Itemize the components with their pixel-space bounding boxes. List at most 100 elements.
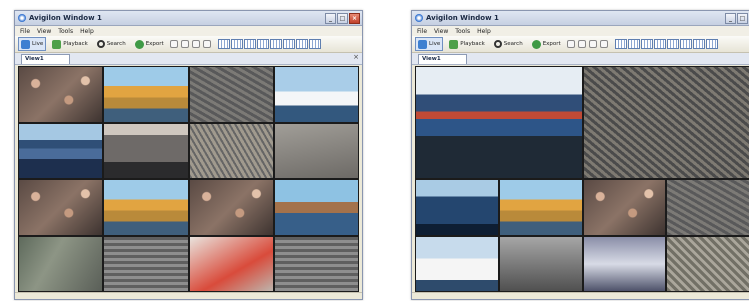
- camera-grid: [415, 66, 749, 292]
- camera-feed[interactable]: [499, 236, 582, 291]
- playback-icon: [449, 39, 459, 49]
- layout-4-icon[interactable]: [653, 39, 666, 49]
- camera-feed[interactable]: [19, 180, 103, 235]
- camera-feed[interactable]: [19, 236, 103, 291]
- camera-feed-large[interactable]: [583, 67, 749, 178]
- camera-feed[interactable]: [19, 67, 103, 122]
- search-button[interactable]: Search: [94, 37, 129, 51]
- export-button[interactable]: Export: [132, 37, 167, 51]
- menu-help[interactable]: Help: [80, 28, 94, 35]
- export-icon: [531, 39, 541, 49]
- camera-feed[interactable]: [274, 180, 358, 235]
- close-tab-icon[interactable]: ×: [353, 53, 359, 61]
- camera-feed[interactable]: [667, 236, 749, 291]
- maximize-icon[interactable]: □: [737, 13, 748, 24]
- layout-3-icon[interactable]: [243, 39, 256, 49]
- menu-file[interactable]: File: [417, 28, 427, 35]
- window-title: Avigilon Window 1: [426, 14, 499, 22]
- zoom-out-icon[interactable]: [202, 40, 211, 48]
- tab-view1[interactable]: View1: [21, 54, 70, 64]
- camera-feed[interactable]: [583, 180, 666, 235]
- camera-feed[interactable]: [274, 123, 358, 178]
- playback-icon: [52, 39, 62, 49]
- layout-1-icon[interactable]: [217, 39, 230, 49]
- app-icon: [18, 14, 26, 22]
- tab-view1[interactable]: View1: [418, 54, 467, 64]
- status-bar: [15, 292, 362, 299]
- layout-1-icon[interactable]: [614, 39, 627, 49]
- playback-button[interactable]: Playback: [49, 37, 91, 51]
- layout-3-icon[interactable]: [640, 39, 653, 49]
- title-bar[interactable]: Avigilon Window 1 _ □ ×: [15, 11, 362, 26]
- app-icon: [415, 14, 423, 22]
- toolbar: Live Playback Search Export: [412, 36, 749, 53]
- live-icon: [418, 39, 427, 49]
- layout-5-icon[interactable]: [269, 39, 282, 49]
- pan-icon[interactable]: [577, 40, 586, 48]
- title-bar[interactable]: Avigilon Window 1 _ □: [412, 11, 749, 26]
- close-icon[interactable]: ×: [349, 13, 360, 24]
- camera-feed-large[interactable]: [416, 67, 582, 178]
- camera-feed[interactable]: [274, 67, 358, 122]
- menu-tools[interactable]: Tools: [455, 28, 470, 35]
- pan-icon[interactable]: [180, 40, 189, 48]
- camera-feed[interactable]: [189, 236, 273, 291]
- search-icon: [96, 40, 105, 48]
- layout-6-icon[interactable]: [282, 39, 295, 49]
- view-tab-bar: View1 ×: [15, 53, 362, 65]
- maximize-icon[interactable]: □: [337, 13, 348, 24]
- layout-7-icon[interactable]: [295, 39, 308, 49]
- menu-tools[interactable]: Tools: [58, 28, 73, 35]
- layout-selector: [614, 39, 718, 49]
- camera-feed[interactable]: [104, 67, 188, 122]
- camera-feed[interactable]: [416, 180, 498, 235]
- zoom-out-icon[interactable]: [599, 40, 608, 48]
- layout-8-icon[interactable]: [705, 39, 718, 49]
- layout-8-icon[interactable]: [308, 39, 321, 49]
- camera-feed[interactable]: [416, 236, 498, 291]
- layout-2-icon[interactable]: [230, 39, 243, 49]
- zoom-in-icon[interactable]: [191, 40, 200, 48]
- playback-button[interactable]: Playback: [446, 37, 488, 51]
- menu-bar: File View Tools Help: [15, 26, 362, 36]
- camera-feed[interactable]: [104, 236, 188, 291]
- menu-file[interactable]: File: [20, 28, 30, 35]
- camera-feed[interactable]: [583, 236, 666, 291]
- avigilon-window-right: Avigilon Window 1 _ □ File View Tools He…: [411, 10, 749, 300]
- camera-feed[interactable]: [19, 123, 103, 178]
- live-button[interactable]: Live: [18, 37, 47, 51]
- live-icon: [21, 39, 30, 49]
- view-tab-bar: View1: [412, 53, 749, 65]
- window-controls: _ □ ×: [325, 13, 360, 24]
- avigilon-window-left: Avigilon Window 1 _ □ × File View Tools …: [14, 10, 363, 300]
- menu-help[interactable]: Help: [477, 28, 491, 35]
- export-button[interactable]: Export: [529, 37, 564, 51]
- status-bar: [412, 292, 749, 299]
- live-button[interactable]: Live: [415, 37, 444, 51]
- camera-feed[interactable]: [189, 123, 273, 178]
- layout-7-icon[interactable]: [692, 39, 705, 49]
- camera-feed[interactable]: [104, 123, 188, 178]
- pointer-icon[interactable]: [169, 40, 178, 48]
- minimize-icon[interactable]: _: [325, 13, 336, 24]
- camera-feed[interactable]: [274, 236, 358, 291]
- menu-bar: File View Tools Help: [412, 26, 749, 36]
- minimize-icon[interactable]: _: [725, 13, 736, 24]
- window-title: Avigilon Window 1: [29, 14, 102, 22]
- layout-6-icon[interactable]: [679, 39, 692, 49]
- camera-feed[interactable]: [189, 180, 273, 235]
- search-button[interactable]: Search: [491, 37, 526, 51]
- camera-grid: [18, 66, 359, 292]
- layout-4-icon[interactable]: [256, 39, 269, 49]
- camera-feed[interactable]: [499, 180, 582, 235]
- camera-feed[interactable]: [667, 180, 749, 235]
- camera-feed[interactable]: [189, 67, 273, 122]
- export-icon: [134, 39, 144, 49]
- zoom-in-icon[interactable]: [588, 40, 597, 48]
- pointer-icon[interactable]: [566, 40, 575, 48]
- camera-feed[interactable]: [104, 180, 188, 235]
- layout-5-icon[interactable]: [666, 39, 679, 49]
- menu-view[interactable]: View: [37, 28, 51, 35]
- menu-view[interactable]: View: [434, 28, 448, 35]
- layout-2-icon[interactable]: [627, 39, 640, 49]
